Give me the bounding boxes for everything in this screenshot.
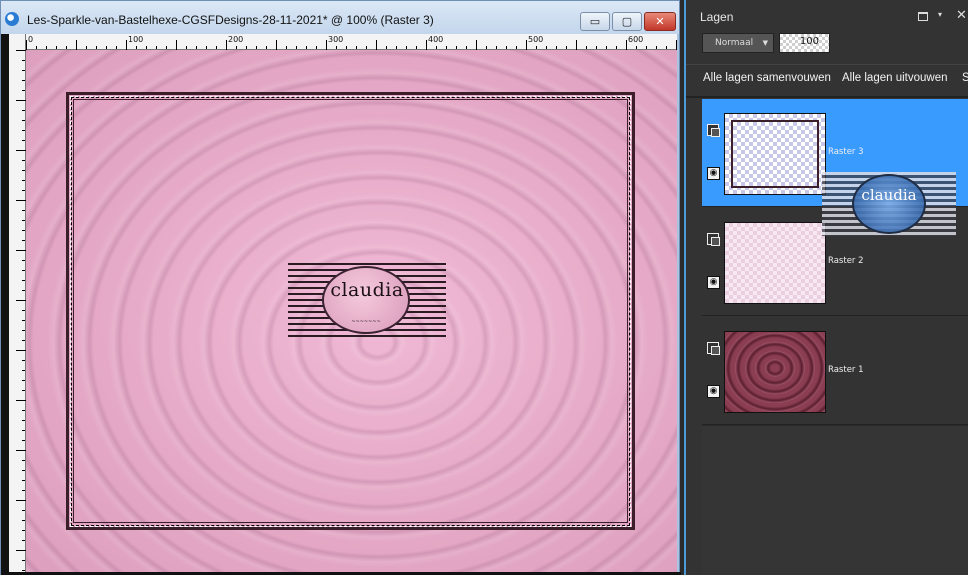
- visibility-eye-icon[interactable]: ◉: [707, 385, 720, 398]
- expand-all-layers-button[interactable]: Alle lagen samenvouwen: [703, 72, 831, 84]
- layer-thumbnail: [724, 222, 826, 304]
- layers-palette: Lagen ▾ ✕ Normaal ▼ 100 Alle lagen samen…: [684, 0, 968, 575]
- visibility-eye-icon[interactable]: ◉: [707, 276, 720, 289]
- ruler-tick-label: 300: [328, 35, 344, 44]
- document-title: Les-Sparkle-van-Bastelhexe-CGSFDesigns-2…: [27, 13, 434, 27]
- layer-thumbnail: [724, 113, 826, 195]
- blend-mode-select[interactable]: Normaal ▼: [702, 33, 774, 53]
- app-icon: [5, 12, 19, 26]
- thumbnail-frame: [731, 120, 819, 188]
- ruler-tick-label: 200: [228, 35, 244, 44]
- ruler-tick-label: 600: [628, 35, 644, 44]
- close-button[interactable]: ✕: [644, 12, 676, 31]
- layer-name: Raster 2: [828, 256, 864, 266]
- ruler-corner: [9, 34, 26, 50]
- ruler-tick-label: 0: [28, 35, 34, 44]
- ruler-tick-label: 100: [128, 35, 144, 44]
- drag-preview-circle: [852, 174, 926, 234]
- ruler-tick-label: 500: [528, 35, 544, 44]
- document-titlebar[interactable]: Les-Sparkle-van-Bastelhexe-CGSFDesigns-2…: [1, 1, 679, 34]
- visibility-eye-icon[interactable]: ◉: [707, 167, 720, 180]
- left-edge: [1, 34, 9, 574]
- minimize-button[interactable]: ▭: [580, 12, 610, 31]
- image-canvas[interactable]: claudia ~~~~~~~: [26, 50, 677, 572]
- chevron-down-icon: ▼: [762, 39, 768, 47]
- logo-subtext: ~~~~~~~: [351, 319, 381, 325]
- palette-close-icon[interactable]: ✕: [956, 8, 967, 23]
- layer-thumbnail: [724, 331, 826, 413]
- drag-preview-text: claudia: [861, 186, 917, 204]
- maximize-button[interactable]: ▢: [612, 12, 642, 31]
- layer-type-icon[interactable]: [707, 233, 720, 246]
- palette-menu-icon[interactable]: ▾: [938, 10, 942, 19]
- collapse-all-layers-button[interactable]: Alle lagen uitvouwen: [842, 72, 948, 84]
- layer-name: Raster 1: [828, 365, 864, 375]
- vertical-ruler[interactable]: [9, 50, 26, 572]
- logo-text: claudia: [330, 279, 404, 301]
- layer-row-raster-1[interactable]: ◉ Raster 1: [702, 317, 968, 425]
- layer-name: Raster 3: [828, 147, 864, 157]
- palette-title: Lagen: [700, 10, 734, 24]
- app-root: Les-Sparkle-van-Bastelhexe-CGSFDesigns-2…: [0, 0, 968, 575]
- opacity-input[interactable]: 100: [779, 33, 830, 53]
- document-window: Les-Sparkle-van-Bastelhexe-CGSFDesigns-2…: [0, 0, 681, 575]
- divider: [686, 64, 968, 65]
- layer-type-icon[interactable]: [707, 124, 720, 137]
- opacity-value: 100: [799, 36, 819, 47]
- float-window-icon[interactable]: [918, 12, 928, 21]
- divider: [686, 96, 968, 98]
- overflow-action-button[interactable]: S: [962, 72, 968, 84]
- layer-type-icon[interactable]: [707, 342, 720, 355]
- watermark-logo: claudia ~~~~~~~: [288, 263, 446, 337]
- palette-empty-area: [702, 425, 968, 575]
- blend-mode-value: Normaal: [715, 38, 754, 48]
- ruler-tick-label: 400: [428, 35, 444, 44]
- horizontal-ruler[interactable]: 0 100 200 300 400 500 600: [9, 34, 677, 50]
- drag-preview: claudia: [822, 172, 956, 236]
